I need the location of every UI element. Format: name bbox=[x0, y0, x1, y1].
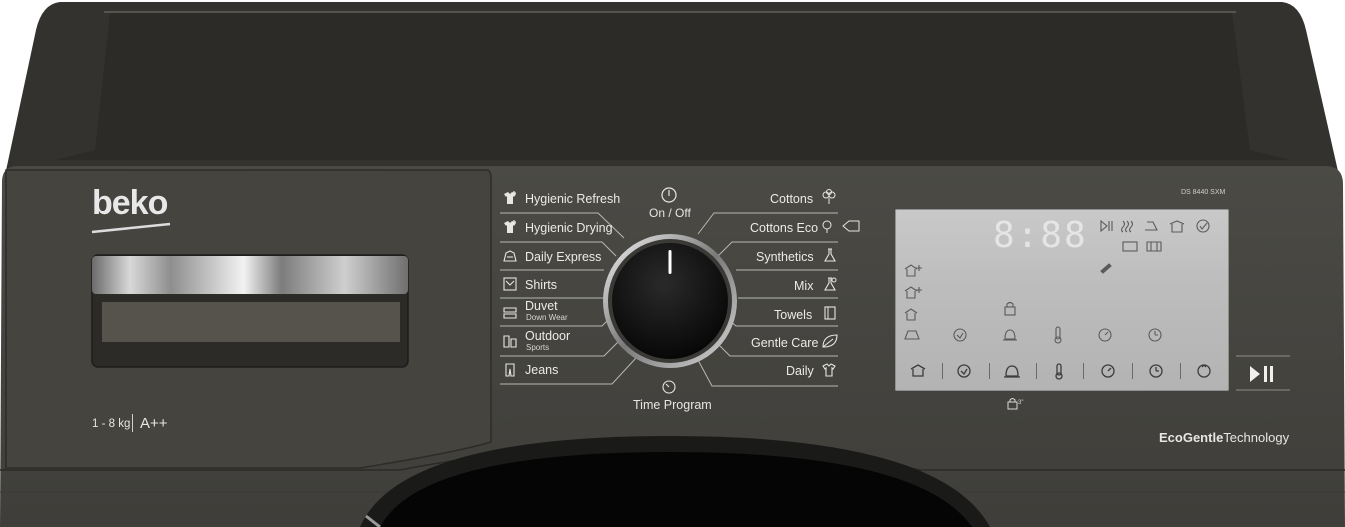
cotton-flower-icon bbox=[821, 189, 837, 210]
technology-text: Technology bbox=[1223, 430, 1290, 445]
cotton-eco-icon bbox=[821, 218, 861, 239]
end-time-button[interactable] bbox=[1141, 359, 1171, 383]
button-divider bbox=[989, 363, 990, 379]
program-outdoor: Outdoor bbox=[525, 329, 571, 343]
capacity-label: 1 - 8 kg bbox=[92, 418, 131, 430]
model-label: DS 8440 SXM bbox=[1181, 189, 1226, 196]
program-hygienic-refresh: Hygienic Refresh bbox=[525, 192, 621, 206]
leaf-icon bbox=[821, 333, 839, 354]
time-program-label: Time Program bbox=[633, 398, 712, 412]
delay-icon bbox=[957, 364, 971, 378]
temperature-icon bbox=[1055, 363, 1063, 380]
daily-shirt-icon bbox=[821, 362, 837, 383]
power-icon bbox=[661, 187, 677, 203]
time-button[interactable] bbox=[1093, 359, 1123, 383]
program-duvet-sub: Down Wear bbox=[526, 313, 568, 322]
program-gentle-care: Gentle Care bbox=[751, 336, 819, 350]
program-daily: Daily bbox=[786, 364, 814, 378]
sync-icon bbox=[1197, 364, 1211, 378]
brand-logo: beko bbox=[92, 184, 168, 222]
program-mix: Mix bbox=[794, 279, 814, 293]
program-jeans: Jeans bbox=[525, 363, 559, 377]
duvet-icon bbox=[502, 304, 518, 325]
synthetics-flask-icon bbox=[822, 247, 838, 268]
shirt-icon bbox=[502, 276, 518, 297]
temperature-button[interactable] bbox=[1044, 359, 1074, 383]
mix-icon bbox=[822, 276, 838, 297]
express-icon bbox=[502, 248, 518, 269]
child-lock-label: 3" bbox=[1018, 400, 1024, 406]
button-divider bbox=[1132, 363, 1133, 379]
program-duvet: Duvet bbox=[525, 299, 558, 313]
play-pause-icon bbox=[1250, 366, 1273, 382]
hygiene-shirt-icon bbox=[502, 219, 518, 240]
delay-button[interactable] bbox=[949, 359, 979, 383]
towel-icon bbox=[822, 305, 838, 326]
program-cottons-eco: Cottons Eco bbox=[750, 221, 819, 235]
program-synthetics: Synthetics bbox=[756, 250, 814, 264]
lcd-display: 8:88 bbox=[895, 209, 1229, 391]
ecogentle-text: EcoGentle bbox=[1159, 430, 1224, 445]
button-divider bbox=[1036, 363, 1037, 379]
program-dial[interactable] bbox=[603, 234, 737, 368]
energy-class-label: A++ bbox=[140, 415, 168, 432]
button-divider bbox=[1180, 363, 1181, 379]
dry-level-icon bbox=[910, 364, 926, 377]
capacity-divider bbox=[132, 414, 133, 432]
bell-icon bbox=[1004, 365, 1020, 378]
on-off-label: On / Off bbox=[649, 206, 691, 220]
program-cottons: Cottons bbox=[770, 192, 814, 206]
dry-level-button[interactable] bbox=[903, 359, 933, 383]
detergent-drawer-handle[interactable] bbox=[92, 256, 408, 294]
program-daily-express: Daily Express bbox=[525, 250, 602, 264]
start-pause-button[interactable] bbox=[1240, 360, 1286, 388]
hygiene-shirt-icon bbox=[502, 190, 518, 211]
button-divider bbox=[1083, 363, 1084, 379]
program-outdoor-sub: Sports bbox=[526, 343, 550, 352]
timer-icon bbox=[662, 380, 676, 399]
washing-machine-panel: beko 1 - 8 kg A++ DS 8440 SXM EcoGentleT… bbox=[0, 0, 1345, 527]
sync-button[interactable] bbox=[1189, 359, 1219, 383]
program-towels: Towels bbox=[774, 308, 813, 322]
button-divider bbox=[942, 363, 943, 379]
program-shirts: Shirts bbox=[525, 278, 557, 292]
alarm-button[interactable] bbox=[997, 359, 1027, 383]
clock-icon bbox=[1149, 364, 1163, 378]
technology-label: EcoGentleTechnology bbox=[1159, 430, 1289, 445]
outdoor-icon bbox=[502, 333, 518, 354]
timer-icon bbox=[1101, 364, 1115, 378]
jeans-icon bbox=[502, 362, 518, 383]
program-hygienic-drying: Hygienic Drying bbox=[525, 221, 613, 235]
